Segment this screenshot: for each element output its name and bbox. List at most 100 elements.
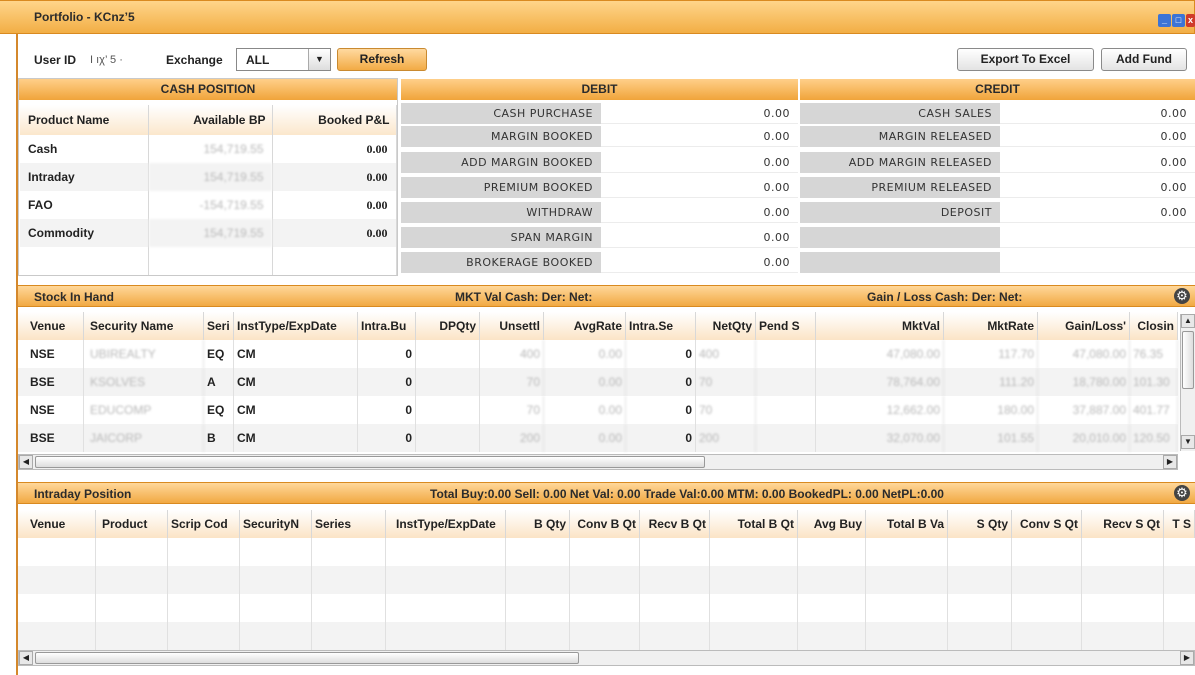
credit-value: 0.00: [1000, 126, 1195, 147]
col-conv-b-qty[interactable]: Conv B Qt: [570, 510, 640, 538]
col-intra-se[interactable]: Intra.Se: [626, 312, 696, 340]
col-avgrate[interactable]: AvgRate: [544, 312, 626, 340]
stock-in-hand-title: Stock In Hand: [34, 290, 115, 304]
settings-gear-icon[interactable]: ⚙: [1174, 485, 1190, 501]
intra-bu: 0: [358, 368, 416, 396]
portfolio-window: Portfolio - KCnz’5 _ □ x User ID I ıχ’ 5…: [0, 0, 1195, 675]
col-product[interactable]: Product: [96, 510, 168, 538]
column-divider: [865, 538, 866, 650]
credit-label: ADD MARGIN RELEASED: [800, 152, 1000, 173]
column-divider: [385, 538, 386, 650]
col-closing[interactable]: Closin: [1130, 312, 1178, 340]
col-conv-s-qty[interactable]: Conv S Qt: [1012, 510, 1082, 538]
table-row[interactable]: Intraday 154,719.55 0.00: [20, 163, 397, 191]
col-venue[interactable]: Venue: [18, 312, 84, 340]
closing: 401.77: [1130, 396, 1178, 424]
scroll-thumb[interactable]: [1182, 331, 1194, 389]
unsettled: 200: [480, 424, 544, 452]
table-row[interactable]: Cash 154,719.55 0.00: [20, 135, 397, 163]
security-name: JAICORP: [84, 424, 204, 452]
table-row[interactable]: BSE JAICORP B CM 0 200 0.00 0 200 32,070…: [18, 424, 1178, 452]
mktval: 32,070.00: [816, 424, 944, 452]
cash-position-header-row: Product Name Available BP Booked P&L: [20, 105, 397, 135]
column-divider: [709, 538, 710, 650]
stock-horizontal-scrollbar[interactable]: ◀ ▶: [18, 454, 1178, 470]
col-security-name[interactable]: SecurityN: [240, 510, 312, 538]
col-s-qty[interactable]: S Qty: [948, 510, 1012, 538]
avgrate: 0.00: [544, 340, 626, 368]
scroll-thumb[interactable]: [35, 652, 579, 664]
series: EQ: [204, 340, 234, 368]
scroll-down-icon[interactable]: ▼: [1181, 435, 1195, 449]
scroll-right-icon[interactable]: ▶: [1180, 651, 1194, 665]
intra-bu: 0: [358, 340, 416, 368]
column-divider: [239, 538, 240, 650]
col-unsettled[interactable]: Unsettl: [480, 312, 544, 340]
settings-gear-icon[interactable]: ⚙: [1174, 288, 1190, 304]
window-title: Portfolio - KCnz’5: [34, 10, 135, 24]
col-insttype[interactable]: InstType/ExpDate: [386, 510, 506, 538]
col-security-name[interactable]: Security Name: [84, 312, 204, 340]
scroll-left-icon[interactable]: ◀: [19, 455, 33, 469]
col-scrip-code[interactable]: Scrip Cod: [168, 510, 240, 538]
col-venue[interactable]: Venue: [18, 510, 96, 538]
col-t-s[interactable]: T S: [1164, 510, 1195, 538]
scroll-right-icon[interactable]: ▶: [1163, 455, 1177, 469]
table-row[interactable]: BSE KSOLVES A CM 0 70 0.00 0 70 78,764.0…: [18, 368, 1178, 396]
close-icon[interactable]: x: [1186, 14, 1195, 27]
column-divider: [947, 538, 948, 650]
venue: NSE: [18, 396, 84, 424]
col-series[interactable]: Series: [312, 510, 386, 538]
col-gain-loss[interactable]: Gain/Loss': [1038, 312, 1130, 340]
gain-loss: 20,010.00: [1038, 424, 1130, 452]
stock-in-hand-header: Stock In Hand MKT Val Cash: Der: Net: Ga…: [18, 285, 1195, 307]
col-product-name[interactable]: Product Name: [20, 105, 149, 135]
column-divider: [1081, 538, 1082, 650]
refresh-button[interactable]: Refresh: [337, 48, 427, 71]
table-row[interactable]: Commodity 154,719.55 0.00: [20, 219, 397, 247]
toolbar: User ID I ıχ’ 5 · Exchange ALL ▼ Refresh…: [18, 46, 1195, 74]
col-avg-buy[interactable]: Avg Buy: [798, 510, 866, 538]
stock-vertical-scrollbar[interactable]: ▲ ▼: [1180, 314, 1195, 451]
table-row[interactable]: FAO -154,719.55 0.00: [20, 191, 397, 219]
pend-s: [756, 396, 816, 424]
minimize-icon[interactable]: _: [1158, 14, 1171, 27]
col-pend-s[interactable]: Pend S: [756, 312, 816, 340]
col-series[interactable]: Seri: [204, 312, 234, 340]
credit-label: PREMIUM RELEASED: [800, 177, 1000, 198]
col-intra-bu[interactable]: Intra.Bu: [358, 312, 416, 340]
col-available-bp[interactable]: Available BP: [148, 105, 273, 135]
scroll-thumb[interactable]: [35, 456, 705, 468]
col-insttype[interactable]: InstType/ExpDate: [234, 312, 358, 340]
credit-label: MARGIN RELEASED: [800, 126, 1000, 147]
maximize-icon[interactable]: □: [1172, 14, 1185, 27]
intraday-horizontal-scrollbar[interactable]: ◀ ▶: [18, 650, 1195, 666]
table-row[interactable]: [20, 247, 397, 275]
scroll-up-icon[interactable]: ▲: [1181, 314, 1195, 328]
table-row[interactable]: NSE UBIREALTY EQ CM 0 400 0.00 0 400 47,…: [18, 340, 1178, 368]
intra-se: 0: [626, 396, 696, 424]
col-recv-s-qty[interactable]: Recv S Qt: [1082, 510, 1164, 538]
column-divider: [1011, 538, 1012, 650]
col-recv-b-qty[interactable]: Recv B Qt: [640, 510, 710, 538]
mktrate: 180.00: [944, 396, 1038, 424]
exchange-select[interactable]: ALL ▼: [236, 48, 331, 71]
col-mktval[interactable]: MktVal: [816, 312, 944, 340]
security-name: EDUCOMP: [84, 396, 204, 424]
col-b-qty[interactable]: B Qty: [506, 510, 570, 538]
col-mktrate[interactable]: MktRate: [944, 312, 1038, 340]
debit-label: WITHDRAW: [401, 202, 601, 223]
col-total-b-val[interactable]: Total B Va: [866, 510, 948, 538]
closing: 101.30: [1130, 368, 1178, 396]
col-netqty[interactable]: NetQty: [696, 312, 756, 340]
mktval: 78,764.00: [816, 368, 944, 396]
add-fund-button[interactable]: Add Fund: [1101, 48, 1187, 71]
dropdown-arrow-icon[interactable]: ▼: [308, 49, 330, 70]
col-booked-pl[interactable]: Booked P&L: [272, 105, 397, 135]
export-to-excel-button[interactable]: Export To Excel: [957, 48, 1094, 71]
debit-value: 0.00: [601, 126, 798, 147]
table-row[interactable]: NSE EDUCOMP EQ CM 0 70 0.00 0 70 12,662.…: [18, 396, 1178, 424]
col-dpqty[interactable]: DPQty: [416, 312, 480, 340]
col-total-b-qty[interactable]: Total B Qt: [710, 510, 798, 538]
scroll-left-icon[interactable]: ◀: [19, 651, 33, 665]
